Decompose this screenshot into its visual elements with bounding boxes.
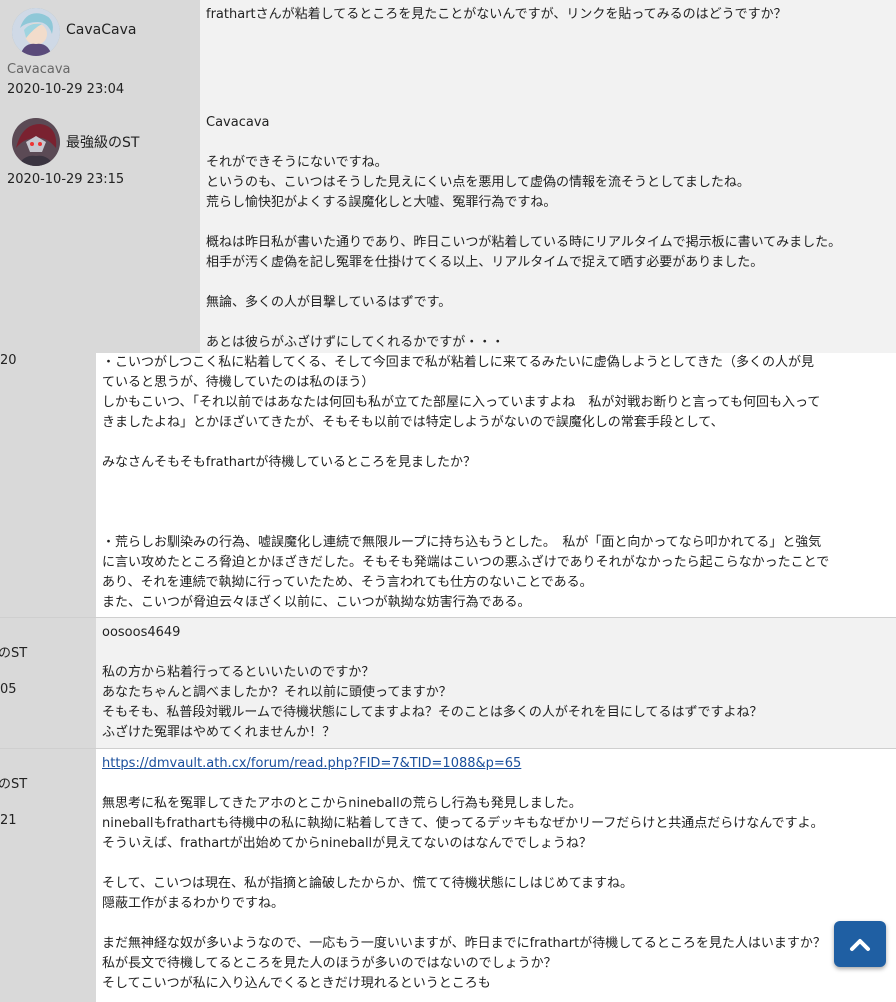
post-line: そして、こいつは現在、私が指摘と論破したからか、慌てて待機状態にしはじめてますね… bbox=[102, 876, 634, 891]
post-3: 20 ・こいつがしつこく私に粘着してくる、そして今回まで私が粘着しに来てるみたい… bbox=[0, 353, 896, 617]
post-line bbox=[102, 493, 890, 513]
post-line: ・荒らしお馴染みの行為、嘘誤魔化し連続で無限ループに持ち込もうとした。 私が「面… bbox=[102, 535, 822, 550]
post-line bbox=[206, 313, 890, 333]
post-line: それができそうにないですね。 bbox=[206, 155, 388, 170]
post-line: あなたちゃんと調べましたか？それ以前に頭使ってますか？ bbox=[102, 685, 452, 700]
reply-to[interactable]: oosoos4649 bbox=[102, 623, 890, 643]
chevron-up-icon bbox=[850, 939, 870, 951]
post-2-author-panel: 最強級のST 2020-10-29 23:15 bbox=[0, 108, 200, 353]
post-3-author-panel: 20 bbox=[0, 353, 96, 617]
author-name-fragment[interactable]: のST bbox=[0, 773, 27, 792]
post-line bbox=[102, 914, 890, 934]
post-line: ふざけた冤罪はやめてくれませんか！？ bbox=[102, 725, 336, 740]
post-date-fragment: 05 bbox=[0, 682, 17, 697]
post-line: 無論、多くの人が目撃しているはずです。 bbox=[206, 295, 452, 310]
post-4-author-panel: のST 05 bbox=[0, 618, 96, 748]
avatar[interactable] bbox=[12, 118, 60, 166]
post-4-content: oosoos4649 私の方から粘着行ってるといいたいのですか？ あなたちゃんと… bbox=[96, 618, 896, 748]
post-line: あり、それを連続で執拗に行っていたため、そう言われても仕方のないことである。 bbox=[102, 575, 593, 590]
post-2: 最強級のST 2020-10-29 23:15 Cavacava それができそう… bbox=[0, 108, 896, 353]
post-date-fragment: 20 bbox=[0, 353, 17, 368]
post-line bbox=[206, 213, 890, 233]
thread-link[interactable]: https://dmvault.ath.cx/forum/read.php?FI… bbox=[102, 756, 521, 771]
post-line: に言い攻めたところ脅迫とかほざきだした。そもそも発端はこいつの悪ふざけでありそれ… bbox=[102, 555, 830, 570]
post-date-fragment: 21 bbox=[0, 813, 17, 828]
post-4: のST 05 oosoos4649 私の方から粘着行ってるといいたいのですか？ … bbox=[0, 618, 896, 748]
author-name-fragment[interactable]: のST bbox=[0, 642, 27, 661]
post-line bbox=[102, 473, 890, 493]
post-line: そもそも、私普段対戦ルームで待機状態にしてますよね？そのことは多くの人がそれを目… bbox=[102, 705, 763, 720]
post-2-content: Cavacava それができそうにないですね。 というのも、こいつはそうした見え… bbox=[200, 108, 896, 353]
post-date: 2020-10-29 23:15 bbox=[7, 172, 125, 187]
post-line bbox=[102, 433, 890, 453]
post-line: みなさんそもそもfrathartが待機しているところを見ましたか？ bbox=[102, 455, 476, 470]
post-line: 隠蔽工作がまるわかりですね。 bbox=[102, 896, 285, 911]
post-line: また、こいつが脅迫云々ほざく以前に、こいつが執拗な妨害行為である。 bbox=[102, 595, 531, 610]
post-line bbox=[102, 854, 890, 874]
post-line: 無思考に私を冤罪してきたアホのとこからnineballの荒らし行為も発見しました… bbox=[102, 796, 582, 811]
post-line: ていると思うが、待機していたのは私のほう） bbox=[102, 375, 375, 390]
post-5: のST 21 https://dmvault.ath.cx/forum/read… bbox=[0, 749, 896, 1002]
post-date: 2020-10-29 23:04 bbox=[7, 82, 125, 97]
avatar[interactable] bbox=[12, 8, 60, 56]
post-line: 私が長文で待機してるところを見た人のほうが多いのではないのでしょうか？ bbox=[102, 956, 557, 971]
post-line: そういえば、frathartが出始めてからnineballが見えてないのはなんで… bbox=[102, 836, 592, 851]
post-line bbox=[102, 513, 890, 533]
post-5-author-panel: のST 21 bbox=[0, 749, 96, 1002]
post-line: しかもこいつ、「それ以前ではあなたは何回も私が立てた部屋に入っていますよね 私が… bbox=[102, 395, 821, 410]
post-1-content: frathartさんが粘着してるところを見たことがないんですが、リンクを貼ってみ… bbox=[200, 0, 896, 108]
post-1: CavaCava Cavacava 2020-10-29 23:04 frath… bbox=[0, 0, 896, 108]
post-line: ・こいつがしつこく私に粘着してくる、そして今回まで私が粘着しに来てるみたいに虚偽… bbox=[102, 355, 815, 370]
post-line: 相手が汚く虚偽を記し冤罪を仕掛けてくる以上、リアルタイムで捉えて晒す必要がありま… bbox=[206, 255, 764, 270]
post-line: 概ねは昨日私が書いた通りであり、昨日こいつが粘着している時にリアルタイムで掲示板… bbox=[206, 235, 842, 250]
post-line: 荒らし愉快犯がよくする誤魔化しと大嘘、冤罪行為ですね。 bbox=[206, 195, 557, 210]
post-line bbox=[206, 273, 890, 293]
post-line: 私の方から粘着行ってるといいたいのですか？ bbox=[102, 665, 375, 680]
post-1-author-panel: CavaCava Cavacava 2020-10-29 23:04 bbox=[0, 0, 200, 108]
author-id: Cavacava bbox=[7, 62, 71, 77]
post-line: そしてこいつが私に入り込んでくるときだけ現れるというところも bbox=[102, 976, 491, 991]
author-name[interactable]: 最強級のST bbox=[66, 132, 139, 152]
post-line: きましたよね」とかほざいてきたが、そもそも以前では特定しようがないので誤魔化しの… bbox=[102, 415, 724, 430]
post-line: nineballもfrathartも待機中の私に執拗に粘着してきて、使ってるデッ… bbox=[102, 816, 824, 831]
scroll-top-button[interactable] bbox=[834, 921, 886, 967]
post-line: まだ無神経な奴が多いようなので、一応もう一度いいますが、昨日までにfrathar… bbox=[102, 936, 826, 951]
author-name[interactable]: CavaCava bbox=[66, 22, 136, 38]
post-line: あとは彼らがふざけずにしてくれるかですが・・・ bbox=[206, 335, 505, 350]
post-5-content: https://dmvault.ath.cx/forum/read.php?FI… bbox=[96, 749, 896, 1002]
post-3-content: ・こいつがしつこく私に粘着してくる、そして今回まで私が粘着しに来てるみたいに虚偽… bbox=[96, 353, 896, 617]
post-line: frathartさんが粘着してるところを見たことがないんですが、リンクを貼ってみ… bbox=[206, 7, 787, 22]
post-line: というのも、こいつはそうした見えにくい点を悪用して虚偽の情報を流そうとしてました… bbox=[206, 175, 750, 190]
reply-to[interactable]: Cavacava bbox=[206, 113, 890, 133]
